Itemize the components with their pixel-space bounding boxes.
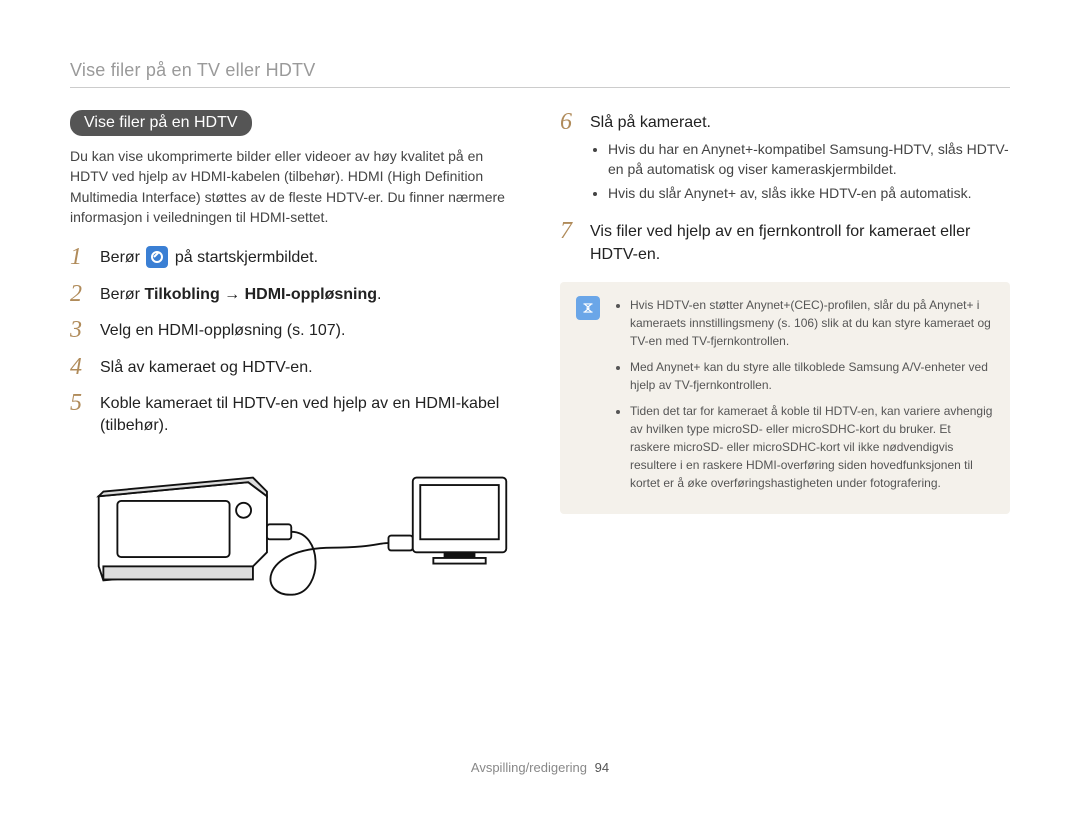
steps-list: 1 Berør på startskjermbildet. 2 Berør Ti… <box>70 245 520 438</box>
step-1: 1 Berør på startskjermbildet. <box>70 245 520 270</box>
step-text-post: på startskjermbildet. <box>175 249 318 266</box>
step-number: 5 <box>70 391 90 415</box>
left-column: Vise filer på en HDTV Du kan vise ukompr… <box>70 110 520 760</box>
right-column: 6 Slå på kameraet. Hvis du har en Anynet… <box>560 110 1010 760</box>
camera-hdmi-tv-diagram-icon <box>80 458 510 628</box>
step-text: Velg en HDMI-oppløsning (s. 107). <box>100 318 345 342</box>
step-7: 7 Vis filer ved hjelp av en fjernkontrol… <box>560 219 1010 266</box>
step-text: Slå på kameraet. Hvis du har en Anynet+-… <box>590 110 1010 207</box>
note-box: Hvis HDTV-en støtter Anynet+(CEC)-profil… <box>560 282 1010 514</box>
step-text-main: Slå på kameraet. <box>590 114 711 131</box>
step-6: 6 Slå på kameraet. Hvis du har en Anynet… <box>560 110 1010 207</box>
note-item: Tiden det tar for kameraet å koble til H… <box>630 402 994 492</box>
step-number: 6 <box>560 110 580 134</box>
step-number: 7 <box>560 219 580 243</box>
note-item: Med Anynet+ kan du styre alle tilkoblede… <box>630 358 994 394</box>
connection-illustration <box>70 458 520 628</box>
step-text: Berør Tilkobling → HDMI-oppløsning. <box>100 282 381 306</box>
footer-section: Avspilling/redigering <box>471 760 587 775</box>
step-5: 5 Koble kameraet til HDTV-en ved hjelp a… <box>70 391 520 438</box>
page-footer: Avspilling/redigering 94 <box>70 760 1010 775</box>
step-text-post: . <box>377 286 381 303</box>
step-4: 4 Slå av kameraet og HDTV-en. <box>70 355 520 379</box>
settings-icon <box>146 246 168 268</box>
step-text: Berør på startskjermbildet. <box>100 245 318 270</box>
bullet-item: Hvis du slår Anynet+ av, slås ikke HDTV-… <box>608 184 1010 204</box>
step-text-pre: Berør <box>100 286 144 303</box>
step-number: 4 <box>70 355 90 379</box>
steps-list: 6 Slå på kameraet. Hvis du har en Anynet… <box>560 110 1010 266</box>
step-number: 3 <box>70 318 90 342</box>
note-icon <box>576 296 600 320</box>
step-text-pre: Berør <box>100 249 140 266</box>
step-text: Koble kameraet til HDTV-en ved hjelp av … <box>100 391 520 438</box>
step-text: Slå av kameraet og HDTV-en. <box>100 355 313 379</box>
bullet-item: Hvis du har en Anynet+-kompatibel Samsun… <box>608 140 1010 179</box>
page-title: Vise filer på en TV eller HDTV <box>70 60 1010 88</box>
footer-page-number: 94 <box>595 760 609 775</box>
step-3: 3 Velg en HDMI-oppløsning (s. 107). <box>70 318 520 342</box>
step-2: 2 Berør Tilkobling → HDMI-oppløsning. <box>70 282 520 306</box>
section-heading: Vise filer på en HDTV <box>70 110 252 136</box>
step-text-bold: Tilkobling → HDMI-oppløsning <box>144 286 377 303</box>
step-number: 2 <box>70 282 90 306</box>
step-text: Vis filer ved hjelp av en fjernkontroll … <box>590 219 1010 266</box>
intro-text: Du kan vise ukomprimerte bilder eller vi… <box>70 146 520 227</box>
step-number: 1 <box>70 245 90 269</box>
note-list: Hvis HDTV-en støtter Anynet+(CEC)-profil… <box>614 296 994 500</box>
note-item: Hvis HDTV-en støtter Anynet+(CEC)-profil… <box>630 296 994 350</box>
step-6-bullets: Hvis du har en Anynet+-kompatibel Samsun… <box>590 140 1010 203</box>
